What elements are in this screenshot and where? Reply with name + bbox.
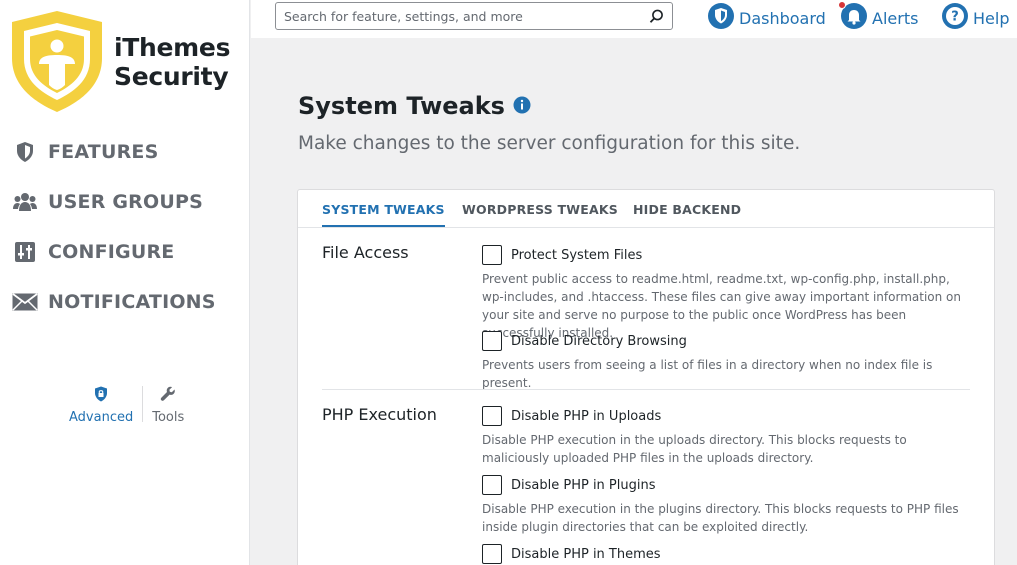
sidebar: iThemes Security FEATURES USER GROUPS CO…	[0, 0, 250, 565]
option-description: Prevents users from seeing a list of fil…	[482, 358, 933, 390]
option-row[interactable]: Disable PHP in Uploads	[482, 406, 982, 426]
page-title-text: System Tweaks	[298, 92, 505, 120]
wrench-icon	[160, 386, 176, 406]
tools-divider	[142, 386, 144, 422]
disable-php-themes-checkbox[interactable]	[482, 544, 502, 564]
sidebar-item-label: USER GROUPS	[48, 191, 203, 213]
help-link-label: Help	[973, 8, 1010, 28]
option-row[interactable]: Disable PHP in Themes	[482, 544, 982, 564]
help-link[interactable]: ? Help	[942, 3, 1009, 33]
tool-tools[interactable]: Tools	[147, 386, 189, 425]
disable-php-uploads-checkbox[interactable]	[482, 406, 502, 426]
sidebar-nav: FEATURES USER GROUPS CONFIGURE NOTIFICAT…	[0, 127, 250, 327]
shield-icon	[12, 139, 38, 165]
dashboard-link[interactable]: Dashboard	[708, 3, 826, 33]
option-disable-php-uploads: Disable PHP in Uploads Disable PHP execu…	[482, 406, 982, 467]
users-icon	[12, 189, 38, 215]
sidebar-item-user-groups[interactable]: USER GROUPS	[0, 177, 250, 227]
sidebar-item-features[interactable]: FEATURES	[0, 127, 250, 177]
alerts-link[interactable]: Alerts	[838, 1, 919, 33]
option-row[interactable]: Protect System Files	[482, 245, 982, 265]
sidebar-item-label: CONFIGURE	[48, 241, 175, 263]
envelope-icon	[12, 289, 38, 315]
sliders-icon	[12, 239, 38, 265]
sidebar-tools: Advanced Tools	[64, 386, 189, 425]
dashboard-link-label: Dashboard	[739, 8, 826, 28]
sidebar-item-label: NOTIFICATIONS	[48, 291, 216, 313]
tool-advanced[interactable]: Advanced	[64, 386, 138, 425]
svg-text:?: ?	[951, 10, 959, 25]
brand-logo[interactable]: iThemes Security	[8, 8, 248, 116]
section-divider	[322, 389, 970, 390]
option-label: Protect System Files	[511, 247, 643, 263]
option-protect-system-files: Protect System Files Prevent public acce…	[482, 245, 982, 342]
option-disable-directory-browsing: Disable Directory Browsing Prevents user…	[482, 331, 982, 392]
search-icon[interactable]	[649, 9, 664, 28]
tab-hide-backend[interactable]: HIDE BACKEND	[633, 202, 741, 217]
bell-icon	[838, 1, 867, 33]
protect-system-files-checkbox[interactable]	[482, 245, 502, 265]
page-title: System Tweaks	[298, 92, 531, 120]
alerts-link-label: Alerts	[872, 8, 919, 28]
brand-line-2: Security	[114, 62, 229, 91]
tab-bar: SYSTEM TWEAKS WORDPRESS TWEAKS HIDE BACK…	[298, 190, 994, 228]
question-icon: ?	[942, 3, 968, 33]
section-title-file-access: File Access	[322, 243, 409, 262]
brand-line-1: iThemes	[114, 33, 231, 62]
option-label: Disable Directory Browsing	[511, 333, 687, 349]
option-description: Disable PHP execution in the plugins dir…	[482, 502, 959, 534]
alert-badge	[838, 1, 846, 9]
option-label: Disable PHP in Plugins	[511, 477, 656, 493]
shield-lock-icon	[94, 386, 108, 406]
option-description: Disable PHP execution in the uploads dir…	[482, 433, 907, 465]
disable-php-plugins-checkbox[interactable]	[482, 475, 502, 495]
option-label: Disable PHP in Uploads	[511, 408, 662, 424]
tab-system-tweaks[interactable]: SYSTEM TWEAKS	[322, 202, 445, 227]
tab-wordpress-tweaks[interactable]: WORDPRESS TWEAKS	[462, 202, 618, 217]
shield-check-icon	[708, 3, 734, 33]
top-bar: Dashboard Alerts ? Help	[251, 0, 1017, 38]
section-title-php-execution: PHP Execution	[322, 405, 437, 424]
sidebar-item-label: FEATURES	[48, 141, 159, 163]
disable-directory-browsing-checkbox[interactable]	[482, 331, 502, 351]
tool-advanced-label: Advanced	[69, 410, 134, 425]
info-icon[interactable]	[513, 92, 531, 120]
search-input[interactable]	[276, 3, 636, 29]
option-disable-php-plugins: Disable PHP in Plugins Disable PHP execu…	[482, 475, 982, 536]
page-subtitle: Make changes to the server configuration…	[298, 133, 801, 154]
brand-name: iThemes Security	[114, 33, 230, 91]
option-disable-php-themes: Disable PHP in Themes	[482, 544, 982, 564]
shield-logo-icon	[12, 11, 102, 112]
settings-card: SYSTEM TWEAKS WORDPRESS TWEAKS HIDE BACK…	[297, 189, 995, 565]
option-row[interactable]: Disable PHP in Plugins	[482, 475, 982, 495]
search-box	[275, 2, 673, 30]
option-label: Disable PHP in Themes	[511, 546, 661, 562]
sidebar-item-notifications[interactable]: NOTIFICATIONS	[0, 277, 250, 327]
sidebar-item-configure[interactable]: CONFIGURE	[0, 227, 250, 277]
option-row[interactable]: Disable Directory Browsing	[482, 331, 982, 351]
tool-tools-label: Tools	[152, 410, 185, 425]
